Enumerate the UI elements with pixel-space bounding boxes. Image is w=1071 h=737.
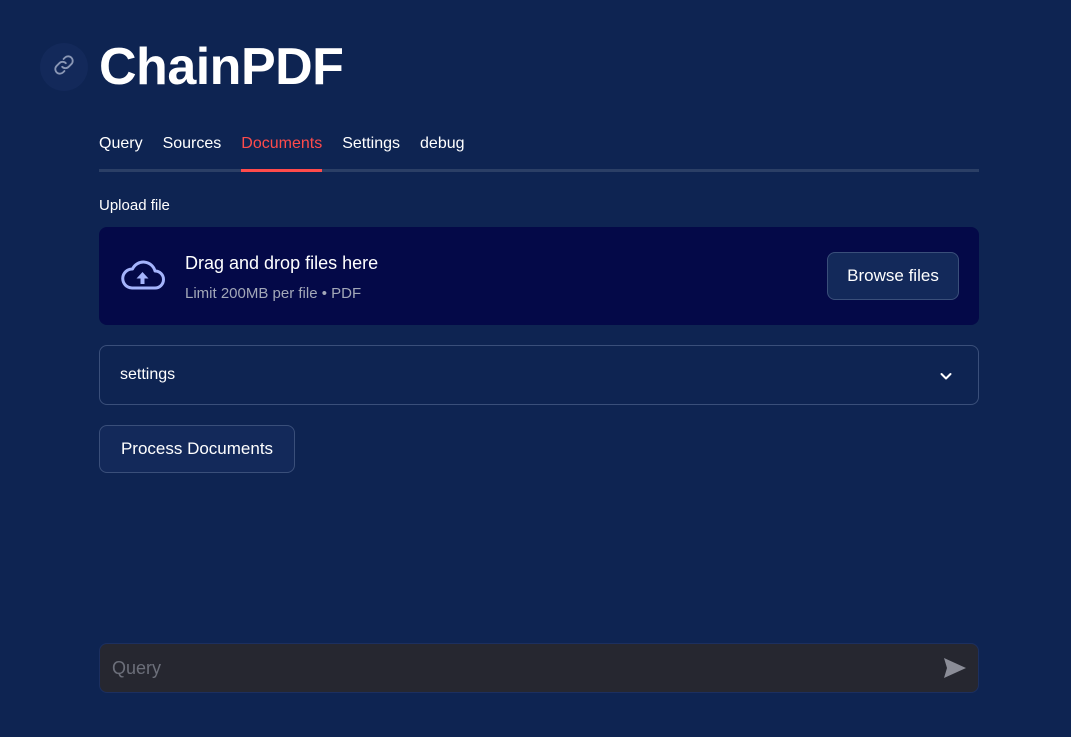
upload-file-label: Upload file (99, 197, 170, 214)
tab-documents[interactable]: Documents (241, 128, 322, 172)
query-input[interactable] (100, 644, 920, 692)
tab-debug[interactable]: debug (420, 128, 465, 172)
settings-expander[interactable]: settings (99, 345, 979, 405)
chat-input-container (99, 643, 979, 693)
file-dropzone[interactable]: Drag and drop files here Limit 200MB per… (99, 227, 979, 325)
tab-query[interactable]: Query (99, 128, 143, 172)
send-icon[interactable] (942, 656, 968, 680)
dropzone-title: Drag and drop files here (185, 253, 379, 273)
dropzone-limit-text: Limit 200MB per file • PDF (185, 285, 362, 302)
process-documents-button[interactable]: Process Documents (99, 425, 295, 473)
link-icon (53, 54, 75, 81)
page-title: ChainPDF (99, 38, 344, 96)
cloud-upload-icon (118, 257, 166, 293)
tab-bar: Query Sources Documents Settings debug (99, 128, 979, 172)
tab-sources[interactable]: Sources (163, 128, 222, 172)
chevron-down-icon (938, 368, 954, 384)
browse-files-button[interactable]: Browse files (827, 252, 959, 300)
tab-settings[interactable]: Settings (342, 128, 400, 172)
tab-list: Query Sources Documents Settings debug (99, 128, 979, 172)
expander-label: settings (120, 366, 176, 383)
title-link-anchor[interactable] (40, 43, 88, 91)
